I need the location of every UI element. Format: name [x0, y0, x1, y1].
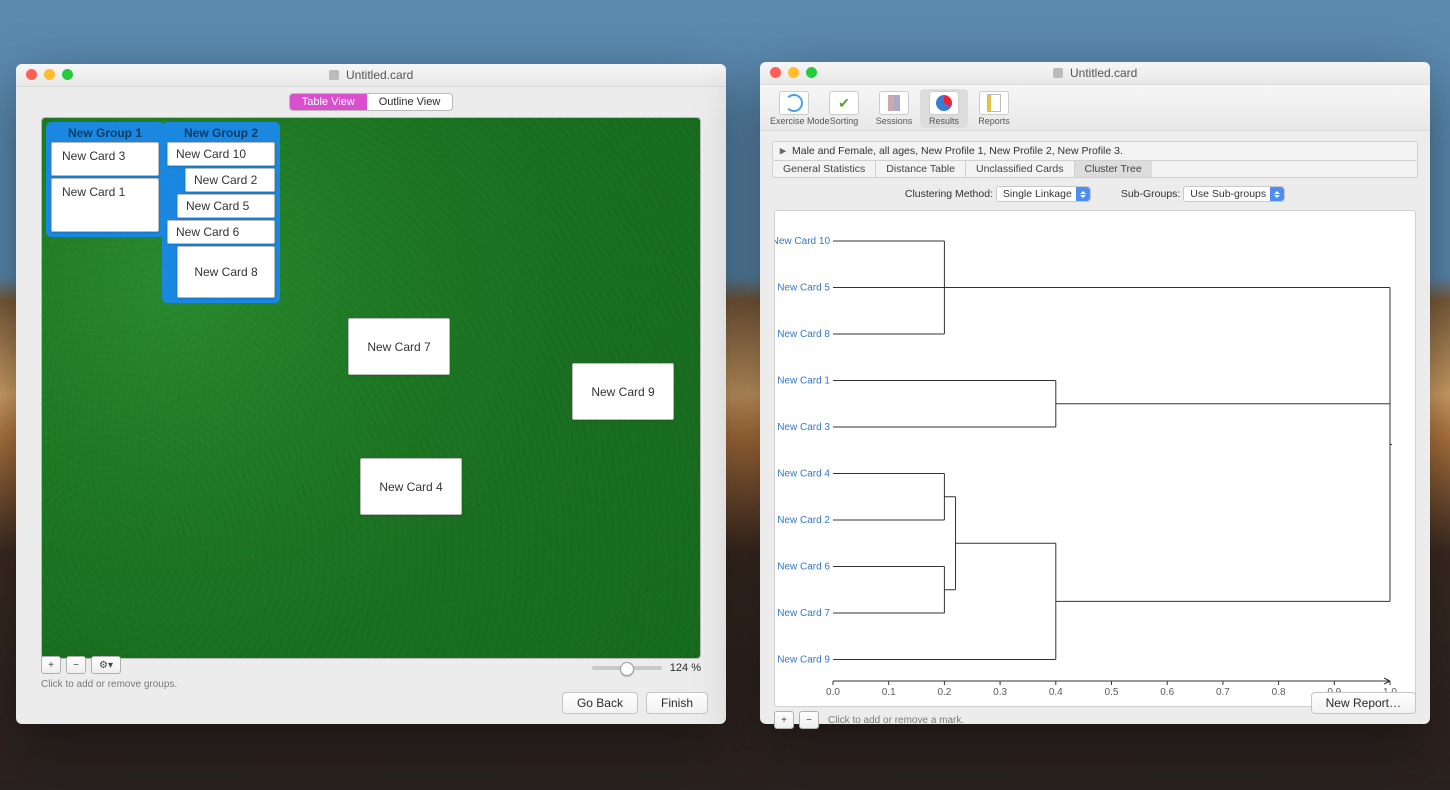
window-title: Untitled.card [1070, 66, 1137, 80]
card[interactable]: New Card 7 [348, 318, 450, 375]
pie-chart-icon [929, 91, 959, 115]
titlebar[interactable]: Untitled.card [760, 62, 1430, 85]
svg-text:New Card 1: New Card 1 [777, 376, 830, 387]
svg-text:New Card 4: New Card 4 [777, 469, 830, 480]
clustering-method-label: Clustering Method: [905, 188, 993, 200]
stack-icon [879, 91, 909, 115]
new-report-button[interactable]: New Report… [1311, 692, 1416, 714]
view-switcher: Table View Outline View [16, 87, 726, 117]
zoom-slider[interactable] [592, 666, 662, 670]
main-toolbar: Exercise Mode ✔ Sorting Sessions Results… [760, 85, 1430, 131]
svg-text:0.4: 0.4 [1049, 687, 1063, 698]
zoom-icon[interactable] [62, 69, 73, 80]
subgroups-label: Sub-Groups: [1121, 188, 1181, 200]
document-icon [1053, 68, 1063, 78]
toolbar-label: Exercise Mode [770, 116, 818, 126]
zoom-icon[interactable] [806, 67, 817, 78]
hint-text: Click to add or remove groups. [41, 679, 177, 690]
svg-text:0.3: 0.3 [993, 687, 1007, 698]
svg-text:0.0: 0.0 [826, 687, 840, 698]
svg-text:New Card 7: New Card 7 [777, 608, 830, 619]
card[interactable]: New Card 3 [51, 142, 159, 176]
card[interactable]: New Card 1 [51, 178, 159, 232]
toolbar-label: Sorting [820, 116, 868, 126]
toolbar-sessions[interactable]: Sessions [870, 89, 918, 128]
toolbar-label: Results [920, 116, 968, 126]
svg-text:New Card 8: New Card 8 [777, 329, 830, 340]
subtab-distance-table[interactable]: Distance Table [876, 161, 966, 177]
card[interactable]: New Card 4 [360, 458, 462, 515]
card[interactable]: New Card 10 [167, 142, 275, 166]
minimize-icon[interactable] [44, 69, 55, 80]
card[interactable]: New Card 9 [572, 363, 674, 420]
document-icon [329, 70, 339, 80]
sorting-canvas[interactable]: New Group 1 New Card 3 New Card 1 New Gr… [41, 117, 701, 659]
toolbar-label: Reports [970, 116, 1018, 126]
clustering-method-select[interactable]: Single Linkage [996, 186, 1091, 202]
titlebar[interactable]: Untitled.card [16, 64, 726, 87]
finish-button[interactable]: Finish [646, 692, 708, 714]
document-icon [979, 91, 1009, 115]
profile-filter[interactable]: ▶ Male and Female, all ages, New Profile… [772, 141, 1418, 161]
hint-text: Click to add or remove a mark. [828, 715, 964, 726]
toolbar-exercise-mode[interactable]: Exercise Mode [770, 89, 818, 128]
select-value: Use Sub-groups [1190, 188, 1266, 200]
svg-text:0.5: 0.5 [1105, 687, 1119, 698]
group-1[interactable]: New Group 1 New Card 3 New Card 1 [46, 122, 164, 237]
close-icon[interactable] [770, 67, 781, 78]
svg-text:New Card 6: New Card 6 [777, 562, 830, 573]
card[interactable]: New Card 8 [177, 246, 275, 298]
results-window: Untitled.card Exercise Mode ✔ Sorting Se… [760, 62, 1430, 724]
go-back-button[interactable]: Go Back [562, 692, 638, 714]
select-value: Single Linkage [1003, 188, 1072, 200]
toolbar-results[interactable]: Results [920, 89, 968, 128]
slider-knob[interactable] [620, 662, 634, 676]
options-menu-button[interactable]: ⚙▾ [91, 656, 121, 674]
svg-text:New Card 9: New Card 9 [777, 655, 830, 666]
minimize-icon[interactable] [788, 67, 799, 78]
zoom-value: 124 % [670, 662, 701, 674]
dendrogram-svg: New Card 10 New Card 5 New Card 8 New Card … [775, 211, 1415, 706]
remove-group-button[interactable]: − [66, 656, 86, 674]
chevron-up-down-icon [1270, 187, 1284, 201]
window-title: Untitled.card [346, 68, 413, 82]
results-subtabs: General Statistics Distance Table Unclas… [772, 161, 1418, 178]
svg-text:0.6: 0.6 [1160, 687, 1174, 698]
group-title[interactable]: New Group 2 [167, 124, 275, 142]
cluster-tree-plot: New Card 10 New Card 5 New Card 8 New Card … [774, 210, 1416, 707]
close-icon[interactable] [26, 69, 37, 80]
tab-outline-view[interactable]: Outline View [367, 94, 453, 110]
toolbar-label: Sessions [870, 116, 918, 126]
profile-summary: Male and Female, all ages, New Profile 1… [792, 145, 1123, 157]
subtab-cluster-tree[interactable]: Cluster Tree [1075, 161, 1152, 177]
svg-text:0.7: 0.7 [1216, 687, 1230, 698]
svg-text:0.1: 0.1 [882, 687, 896, 698]
check-icon: ✔ [829, 91, 859, 115]
svg-text:New Card 2: New Card 2 [777, 515, 830, 526]
add-group-button[interactable]: + [41, 656, 61, 674]
subtab-general-statistics[interactable]: General Statistics [773, 161, 876, 177]
svg-text:New Card 10: New Card 10 [775, 236, 830, 247]
toolbar-reports[interactable]: Reports [970, 89, 1018, 128]
refresh-icon [779, 91, 809, 115]
toolbar-sorting[interactable]: ✔ Sorting [820, 89, 868, 128]
disclosure-triangle-icon[interactable]: ▶ [780, 146, 786, 156]
card-sort-window: Untitled.card Table View Outline View Ne… [16, 64, 726, 724]
svg-text:New Card 5: New Card 5 [777, 283, 830, 294]
chevron-up-down-icon [1076, 187, 1090, 201]
card[interactable]: New Card 2 [185, 168, 275, 192]
card[interactable]: New Card 5 [177, 194, 275, 218]
remove-mark-button[interactable]: − [799, 711, 819, 729]
svg-text:0.8: 0.8 [1272, 687, 1286, 698]
subtab-unclassified-cards[interactable]: Unclassified Cards [966, 161, 1075, 177]
svg-text:0.2: 0.2 [937, 687, 951, 698]
group-2[interactable]: New Group 2 New Card 10 New Card 2 New C… [162, 122, 280, 303]
zoom-control: 124 % [592, 662, 701, 674]
tab-table-view[interactable]: Table View [290, 94, 367, 110]
group-title[interactable]: New Group 1 [51, 124, 159, 142]
svg-text:New Card 3: New Card 3 [777, 422, 830, 433]
card[interactable]: New Card 6 [167, 220, 275, 244]
add-mark-button[interactable]: + [774, 711, 794, 729]
subgroups-select[interactable]: Use Sub-groups [1183, 186, 1285, 202]
